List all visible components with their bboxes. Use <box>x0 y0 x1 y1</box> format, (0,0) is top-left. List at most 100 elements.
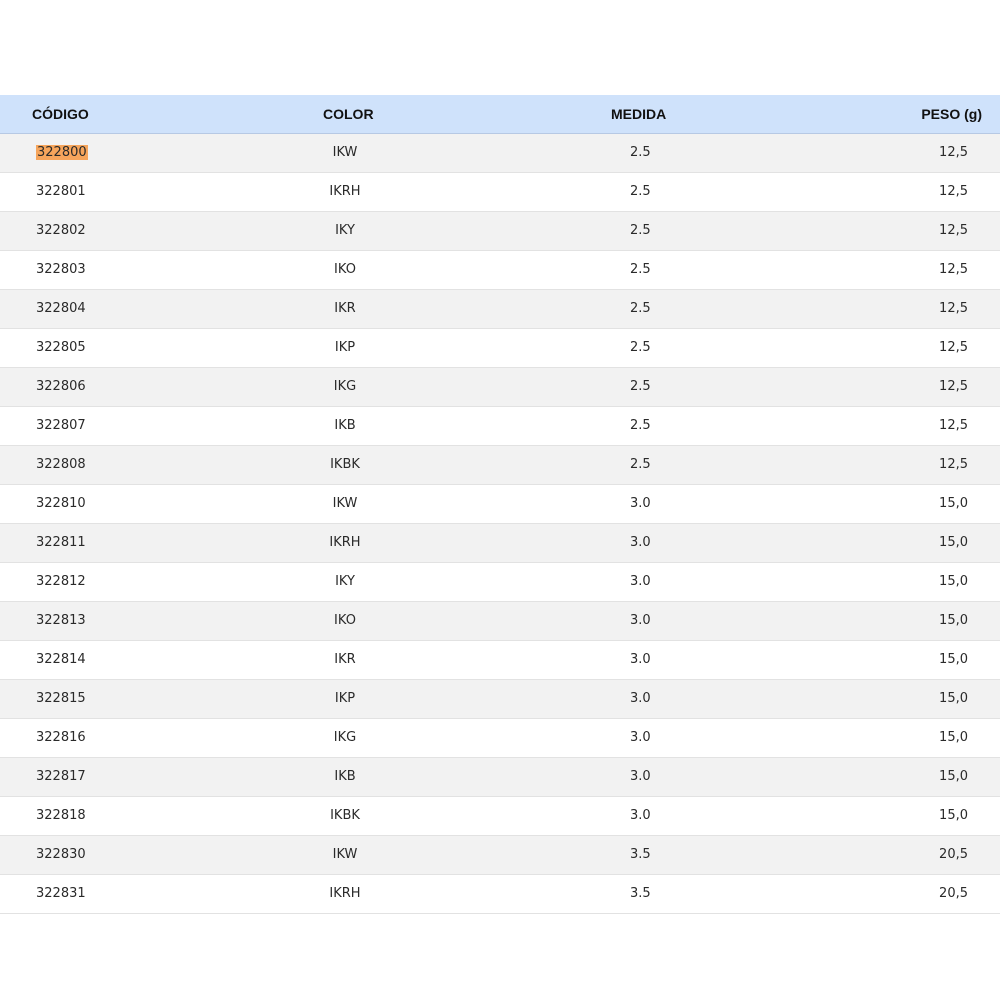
cell-medida: 3.0 <box>630 808 651 823</box>
codigo-text[interactable]: 322818 <box>36 808 86 823</box>
codigo-text[interactable]: 322831 <box>36 886 86 901</box>
cell-color: IKR <box>245 289 445 328</box>
color-text: IKB <box>334 418 356 433</box>
codigo-text[interactable]: 322803 <box>36 262 86 277</box>
cell-codigo: 322806 <box>0 367 245 406</box>
column-header-medida[interactable]: MEDIDA <box>445 95 830 134</box>
cell-codigo: 322815 <box>0 679 245 718</box>
cell-medida: 2.5 <box>630 184 651 199</box>
cell-color: IKY <box>245 211 445 250</box>
table-row[interactable]: 322814 IKR 3.0 15,0 <box>0 640 1000 679</box>
cell-peso: 15,0 <box>939 574 968 589</box>
cell-codigo: 322807 <box>0 406 245 445</box>
table-row[interactable]: 322830 IKW 3.5 20,5 <box>0 835 1000 874</box>
table-row[interactable]: 322815 IKP 3.0 15,0 <box>0 679 1000 718</box>
codigo-text[interactable]: 322817 <box>36 769 86 784</box>
table-row[interactable]: 322831 IKRH 3.5 20,5 <box>0 874 1000 913</box>
color-text: IKG <box>333 379 357 394</box>
header-row: CÓDIGO COLOR MEDIDA PESO (g) <box>0 95 1000 134</box>
codigo-text[interactable]: 322816 <box>36 730 86 745</box>
cell-medida: 3.0 <box>630 496 651 511</box>
cell-peso: 12,5 <box>939 301 968 316</box>
table-row[interactable]: 322818 IKBK 3.0 15,0 <box>0 796 1000 835</box>
codigo-text[interactable]: 322810 <box>36 496 86 511</box>
codigo-text[interactable]: 322830 <box>36 847 86 862</box>
cell-medida: 3.0 <box>630 535 651 550</box>
cell-medida: 3.0 <box>630 574 651 589</box>
column-header-peso[interactable]: PESO (g) <box>830 95 1000 134</box>
cell-color: IKRH <box>245 523 445 562</box>
color-text: IKRH <box>329 535 361 550</box>
cell-codigo: 322810 <box>0 484 245 523</box>
table-body: 322800 IKW 2.5 12,5 322801 IKRH 2.5 12,5 322802 I… <box>0 133 1000 913</box>
table-row[interactable]: 322801 IKRH 2.5 12,5 <box>0 172 1000 211</box>
cell-codigo: 322813 <box>0 601 245 640</box>
cell-color: IKB <box>245 757 445 796</box>
cell-peso: 15,0 <box>939 613 968 628</box>
color-text: IKP <box>334 691 356 706</box>
color-text: IKBK <box>330 808 360 823</box>
column-header-codigo[interactable]: CÓDIGO <box>0 95 245 134</box>
cell-color: IKP <box>245 679 445 718</box>
cell-color: IKRH <box>245 874 445 913</box>
cell-medida: 2.5 <box>630 379 651 394</box>
table-row[interactable]: 322804 IKR 2.5 12,5 <box>0 289 1000 328</box>
cell-codigo: 322818 <box>0 796 245 835</box>
cell-peso: 15,0 <box>939 808 968 823</box>
cell-peso: 15,0 <box>939 769 968 784</box>
color-text: IKW <box>332 847 358 862</box>
cell-color: IKBK <box>245 445 445 484</box>
cell-color: IKB <box>245 406 445 445</box>
table-row[interactable]: 322813 IKO 3.0 15,0 <box>0 601 1000 640</box>
cell-color: IKG <box>245 718 445 757</box>
cell-codigo: 322817 <box>0 757 245 796</box>
cell-color: IKG <box>245 367 445 406</box>
codigo-text[interactable]: 322814 <box>36 652 86 667</box>
codigo-text[interactable]: 322808 <box>36 457 86 472</box>
cell-medida: 3.0 <box>630 652 651 667</box>
codigo-text[interactable]: 322804 <box>36 301 86 316</box>
codigo-text[interactable]: 322807 <box>36 418 86 433</box>
color-text: IKB <box>334 769 356 784</box>
codigo-text[interactable]: 322800 <box>36 145 88 160</box>
cell-medida: 2.5 <box>630 457 651 472</box>
codigo-text[interactable]: 322815 <box>36 691 86 706</box>
table-row[interactable]: 322805 IKP 2.5 12,5 <box>0 328 1000 367</box>
table-row[interactable]: 322800 IKW 2.5 12,5 <box>0 133 1000 172</box>
table-row[interactable]: 322812 IKY 3.0 15,0 <box>0 562 1000 601</box>
table-row[interactable]: 322807 IKB 2.5 12,5 <box>0 406 1000 445</box>
table-row[interactable]: 322806 IKG 2.5 12,5 <box>0 367 1000 406</box>
color-text: IKY <box>335 223 355 238</box>
codigo-text[interactable]: 322802 <box>36 223 86 238</box>
table-row[interactable]: 322810 IKW 3.0 15,0 <box>0 484 1000 523</box>
cell-codigo: 322800 <box>0 133 245 172</box>
cell-peso: 20,5 <box>939 847 968 862</box>
cell-color: IKRH <box>245 172 445 211</box>
cell-color: IKBK <box>245 796 445 835</box>
cell-medida: 3.0 <box>630 769 651 784</box>
codigo-text[interactable]: 322811 <box>36 535 86 550</box>
codigo-text[interactable]: 322812 <box>36 574 86 589</box>
table-row[interactable]: 322803 IKO 2.5 12,5 <box>0 250 1000 289</box>
column-header-color[interactable]: COLOR <box>245 95 445 134</box>
cell-codigo: 322804 <box>0 289 245 328</box>
color-text: IKO <box>334 262 356 277</box>
cell-medida: 2.5 <box>630 145 651 160</box>
color-text: IKO <box>334 613 356 628</box>
codigo-text[interactable]: 322806 <box>36 379 86 394</box>
cell-medida: 2.5 <box>630 418 651 433</box>
codigo-text[interactable]: 322801 <box>36 184 86 199</box>
table-row[interactable]: 322816 IKG 3.0 15,0 <box>0 718 1000 757</box>
color-text: IKBK <box>330 457 360 472</box>
color-text: IKR <box>334 301 356 316</box>
cell-codigo: 322801 <box>0 172 245 211</box>
table-row[interactable]: 322808 IKBK 2.5 12,5 <box>0 445 1000 484</box>
table-row[interactable]: 322817 IKB 3.0 15,0 <box>0 757 1000 796</box>
table-row[interactable]: 322802 IKY 2.5 12,5 <box>0 211 1000 250</box>
cell-peso: 15,0 <box>939 496 968 511</box>
codigo-text[interactable]: 322805 <box>36 340 86 355</box>
cell-peso: 15,0 <box>939 652 968 667</box>
table-row[interactable]: 322811 IKRH 3.0 15,0 <box>0 523 1000 562</box>
codigo-text[interactable]: 322813 <box>36 613 86 628</box>
cell-peso: 12,5 <box>939 262 968 277</box>
